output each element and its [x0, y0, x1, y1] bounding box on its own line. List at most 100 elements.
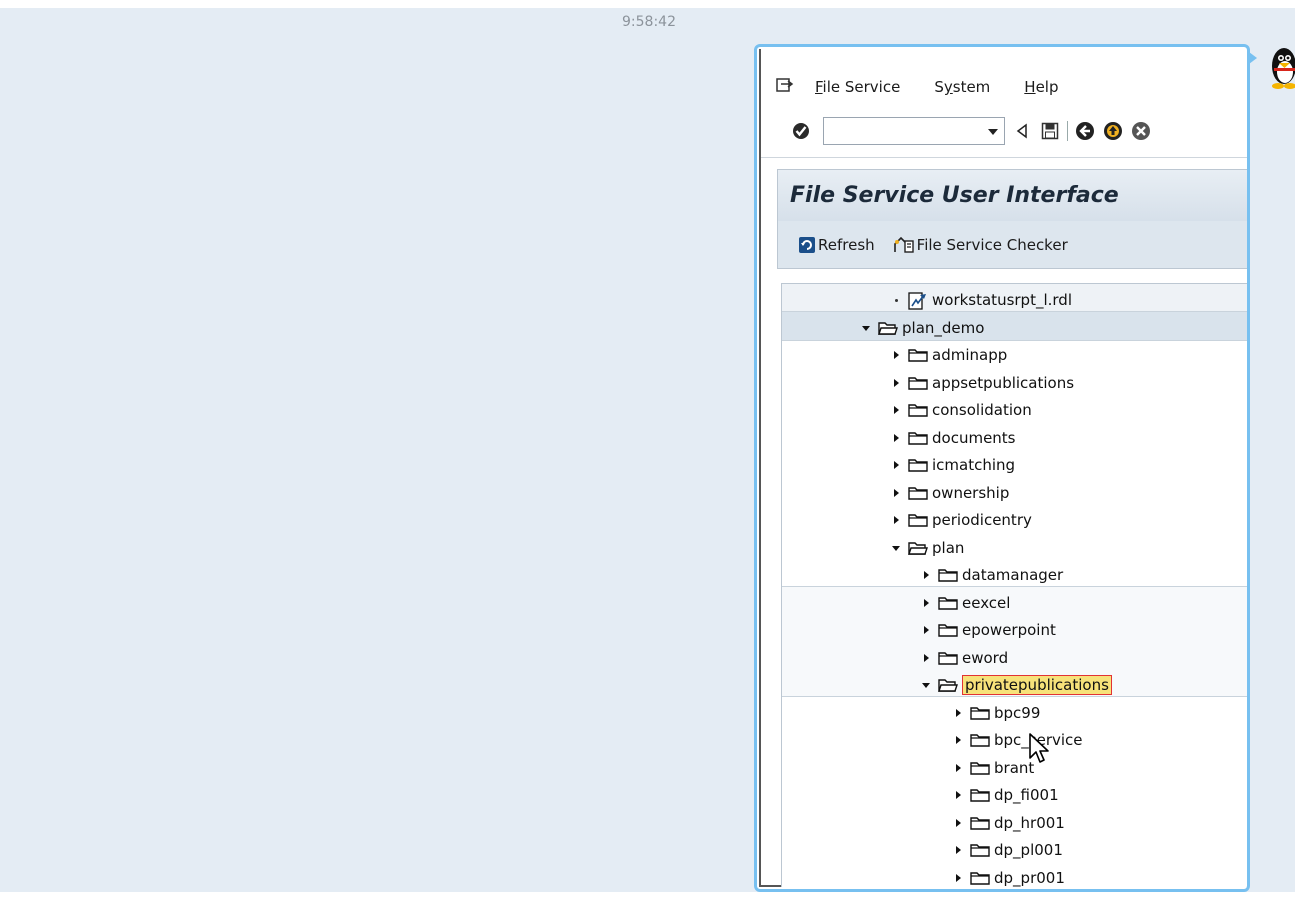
expand-icon[interactable]: [952, 734, 964, 746]
tree-folder-row[interactable]: documents: [890, 424, 1016, 452]
refresh-label: Refresh: [818, 235, 875, 254]
twisty-mark: [894, 488, 899, 497]
refresh-icon: [799, 236, 815, 253]
exit-icon[interactable]: [1102, 120, 1124, 142]
tree-folder-row[interactable]: consolidation: [890, 396, 1032, 424]
tree-node-label: icmatching: [932, 456, 1016, 474]
folder-icon: [908, 375, 928, 391]
folder-open-icon: [878, 320, 898, 336]
tree-folder-row[interactable]: adminapp: [890, 341, 1007, 369]
toolbar-divider: [761, 157, 1247, 158]
menu-system[interactable]: System: [934, 78, 990, 96]
folder-icon: [908, 347, 928, 363]
twisty-mark: [894, 406, 899, 414]
tree-folder-row[interactable]: icmatching: [890, 451, 1015, 479]
tree-folder-row[interactable]: dp_hr001: [952, 809, 1065, 837]
expand-icon[interactable]: [952, 817, 964, 829]
expand-icon[interactable]: [952, 872, 964, 884]
tree-node-label: eword: [962, 648, 1009, 667]
collapse-icon[interactable]: [860, 322, 872, 334]
tree-folder-row[interactable]: brant: [952, 754, 1034, 782]
tree-folder-row[interactable]: plan: [890, 534, 964, 562]
expand-icon[interactable]: [890, 349, 902, 361]
tree-folder-row[interactable]: dp_fi001: [952, 781, 1059, 809]
twisty-mark: [924, 653, 929, 662]
expand-icon[interactable]: [952, 707, 964, 719]
mouse-cursor-icon: [1029, 733, 1049, 763]
save-icon[interactable]: [1039, 120, 1061, 142]
menu-hotkey-letter: F: [815, 78, 823, 96]
expand-icon[interactable]: [920, 652, 932, 664]
tree-node-label: plan: [932, 538, 965, 557]
expand-icon[interactable]: [920, 624, 932, 636]
twisty-mark: [862, 325, 870, 331]
expand-icon[interactable]: [952, 789, 964, 801]
menu-hotkey-letter: y: [943, 78, 953, 96]
screen-title-bar: File Service User Interface: [777, 169, 1247, 221]
check-icon[interactable]: [791, 121, 811, 141]
folder-icon: [938, 650, 958, 666]
cancel-icon[interactable]: [1130, 120, 1152, 142]
collapse-icon[interactable]: [890, 542, 902, 554]
tree-folder-row[interactable]: bpc99: [952, 699, 1040, 727]
twisty-mark: [956, 873, 961, 882]
twisty-mark: [894, 461, 899, 469]
expand-icon[interactable]: [890, 432, 902, 444]
tree-folder-row[interactable]: appsetpublications: [890, 369, 1074, 397]
folder-icon: [970, 870, 990, 886]
back-icon[interactable]: [1074, 120, 1096, 142]
file-service-checker-button[interactable]: File Service Checker: [893, 236, 1068, 254]
command-field[interactable]: [823, 117, 1005, 145]
folder-icon: [970, 705, 990, 721]
tree-folder-row[interactable]: periodicentry: [890, 506, 1032, 534]
application-toolbar: Refresh File Service Checker: [777, 221, 1247, 269]
tree-folder-row[interactable]: bpc_service: [952, 726, 1083, 754]
tree-folder-row[interactable]: epowerpoint: [920, 616, 1056, 644]
twisty-mark: [956, 846, 961, 854]
tree-folder-row[interactable]: plan_demo: [860, 314, 984, 342]
tree-folder-row[interactable]: ownership: [890, 479, 1009, 507]
chevron-down-icon[interactable]: [988, 129, 998, 135]
twisty-mark: [892, 545, 900, 551]
expand-icon[interactable]: [890, 514, 902, 526]
menu-bar: File Service System Help: [761, 67, 1247, 107]
tree-folder-row[interactable]: eword: [920, 644, 1008, 672]
back-nav-icon[interactable]: [1011, 120, 1033, 142]
menu-toggle-icon[interactable]: [775, 77, 795, 97]
twisty-mark: [924, 626, 929, 634]
twisty-mark: [894, 516, 899, 524]
expand-icon[interactable]: [890, 459, 902, 471]
expand-icon[interactable]: [952, 762, 964, 774]
menu-file-service[interactable]: File Service: [815, 78, 900, 96]
expand-icon[interactable]: [890, 377, 902, 389]
tree-node-label: periodicentry: [932, 511, 1032, 529]
tree-node-label: datamanager: [962, 566, 1064, 584]
tree-folder-row[interactable]: datamanager: [920, 561, 1063, 589]
tree-node-label: dp_pr001: [994, 868, 1065, 887]
refresh-button[interactable]: Refresh: [798, 236, 875, 254]
tree-folder-row[interactable]: eexcel: [920, 589, 1010, 617]
command-input[interactable]: [824, 118, 974, 144]
twisty-mark: [894, 433, 899, 442]
expand-icon[interactable]: [890, 487, 902, 499]
twisty-mark: [956, 763, 961, 772]
expand-icon[interactable]: [890, 404, 902, 416]
tree-node-label: dp_pl001: [994, 841, 1063, 859]
folder-icon: [938, 622, 958, 638]
tree-folder-row[interactable]: dp_pl001: [952, 836, 1063, 864]
collapse-icon[interactable]: [920, 679, 932, 691]
folder-icon: [938, 567, 958, 583]
twisty-mark: [956, 818, 961, 827]
tree-folder-row[interactable]: dp_pr001: [952, 864, 1065, 888]
expand-icon[interactable]: [952, 844, 964, 856]
expand-icon[interactable]: [920, 569, 932, 581]
tree-node-label: appsetpublications: [932, 373, 1075, 392]
folder-icon: [970, 842, 990, 858]
twisty-mark: [956, 791, 961, 799]
toolbar-separator: [1067, 121, 1068, 141]
menu-help[interactable]: Help: [1024, 78, 1058, 96]
tree-folder-row[interactable]: privatepublications: [920, 671, 1112, 699]
expand-icon[interactable]: [920, 597, 932, 609]
tree-node-label: ownership: [932, 483, 1010, 502]
tree-file-row[interactable]: workstatusrpt_l.rdl: [890, 286, 1072, 314]
